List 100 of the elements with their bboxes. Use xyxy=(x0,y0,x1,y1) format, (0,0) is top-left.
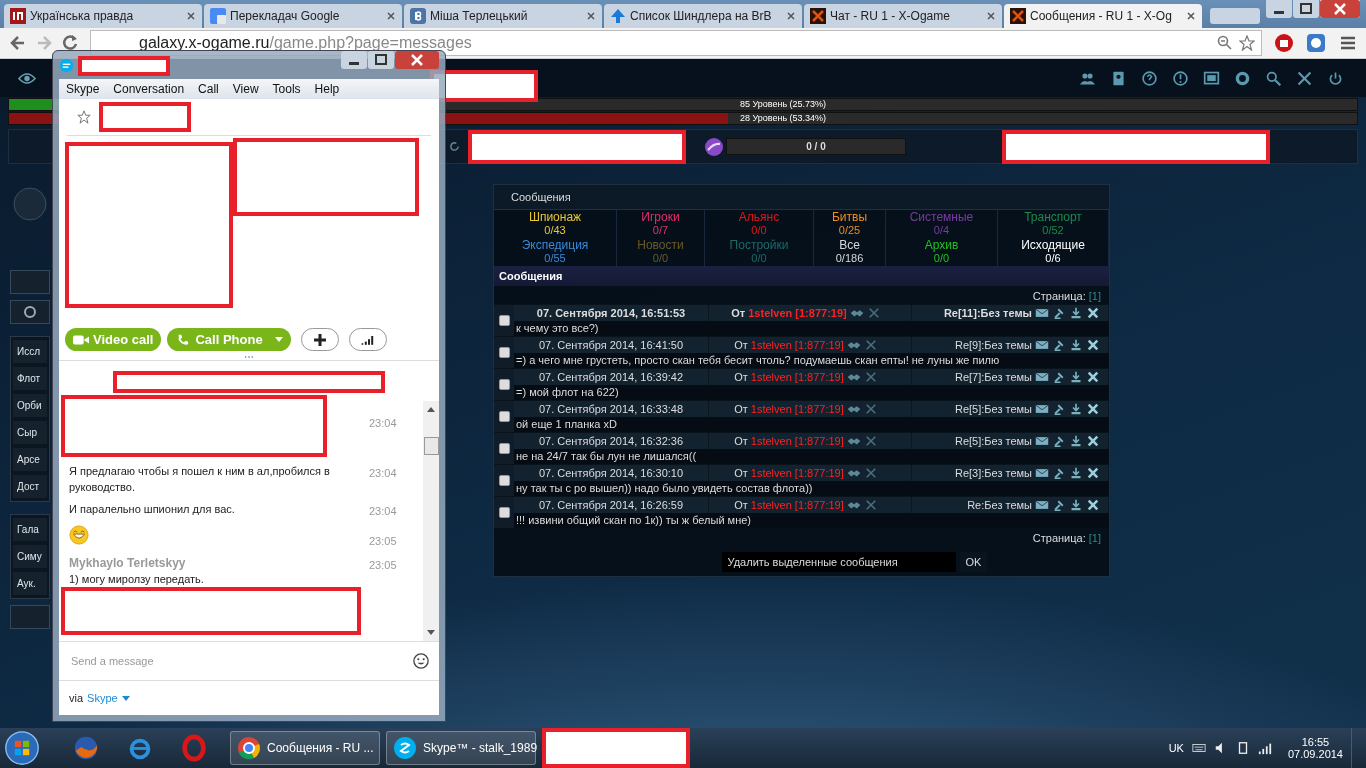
crossed-swords-icon[interactable] xyxy=(863,371,878,383)
message-subject[interactable]: Re[7]:Без темы xyxy=(954,371,1032,383)
envelope-icon[interactable] xyxy=(1035,499,1049,511)
star-icon[interactable] xyxy=(1239,35,1255,51)
checkbox[interactable] xyxy=(498,379,510,390)
minimize-icon[interactable] xyxy=(1266,0,1292,18)
gavel-icon[interactable] xyxy=(1052,435,1066,447)
sender-link[interactable]: 1stelven [1:877:19] xyxy=(750,435,844,447)
call-quality-button[interactable] xyxy=(348,328,387,351)
sidebar-item[interactable] xyxy=(10,300,50,324)
opera-icon[interactable] xyxy=(180,734,208,762)
close-icon[interactable] xyxy=(186,11,196,21)
sidebar-item[interactable]: Иссл xyxy=(13,340,47,363)
sender-link[interactable]: 1stelven [1:877:19] xyxy=(750,339,844,351)
add-button[interactable] xyxy=(300,328,339,351)
message-subject[interactable]: Re:Без темы xyxy=(967,499,1032,511)
download-icon[interactable] xyxy=(1069,339,1083,351)
handshake-icon[interactable] xyxy=(846,371,861,383)
category-link[interactable]: Экспедиция xyxy=(521,239,589,252)
maximize-icon[interactable] xyxy=(368,51,394,69)
ok-button[interactable]: OK xyxy=(959,552,988,572)
eye-icon[interactable] xyxy=(18,71,36,85)
download-icon[interactable] xyxy=(1069,499,1083,511)
scrollbar[interactable] xyxy=(423,401,439,641)
gavel-icon[interactable] xyxy=(1052,371,1066,383)
category-link[interactable]: Шпионаж xyxy=(528,211,582,224)
gavel-icon[interactable] xyxy=(1052,499,1066,511)
action-select[interactable]: Удалить выделенные сообщения xyxy=(721,552,956,572)
sidebar-item[interactable]: Орби xyxy=(13,394,47,417)
resize-handle-icon[interactable] xyxy=(244,355,254,359)
close-icon[interactable] xyxy=(786,11,796,21)
menu-item[interactable]: View xyxy=(232,82,259,96)
language-indicator[interactable]: UK xyxy=(1168,742,1184,754)
delete-icon[interactable] xyxy=(1086,307,1100,319)
close-icon[interactable] xyxy=(386,11,396,21)
download-icon[interactable] xyxy=(1069,467,1083,479)
taskbar-window-button[interactable]: Сообщения - RU ... xyxy=(230,731,380,765)
message-subject[interactable]: Re[3]:Без темы xyxy=(954,467,1032,479)
lifebuoy-icon[interactable] xyxy=(1234,69,1251,87)
crossed-swords-icon[interactable] xyxy=(863,467,878,479)
checkbox[interactable] xyxy=(498,507,510,518)
reload-icon[interactable] xyxy=(60,33,80,53)
message-subject[interactable]: Re[9]:Без темы xyxy=(954,339,1032,351)
message-subject[interactable]: Re[11]:Без темы xyxy=(943,307,1032,319)
sender-link[interactable]: 1stelven [1:877:19] xyxy=(750,371,844,383)
checkbox[interactable] xyxy=(498,475,510,486)
handshake-icon[interactable] xyxy=(846,339,861,351)
delete-icon[interactable] xyxy=(1086,339,1100,351)
checkbox[interactable] xyxy=(498,443,510,454)
menu-item[interactable]: Tools xyxy=(272,82,301,96)
crossed-swords-icon[interactable] xyxy=(863,499,878,511)
envelope-icon[interactable] xyxy=(1035,307,1049,319)
crossed-swords-icon[interactable] xyxy=(866,307,881,319)
sidebar-item[interactable]: Симу xyxy=(13,545,47,568)
handshake-icon[interactable] xyxy=(846,403,861,415)
handshake-icon[interactable] xyxy=(849,307,864,319)
star-icon[interactable] xyxy=(77,110,91,124)
browser-tab[interactable]: Чат - RU 1 - X-Ogame xyxy=(804,4,1002,28)
browser-tab[interactable]: Список Шиндлера на BrB xyxy=(604,4,802,28)
info-icon[interactable] xyxy=(1172,69,1189,87)
sender-link[interactable]: 1stelven [1:877:19] xyxy=(748,307,847,319)
browser-tab[interactable]: Сообщения - RU 1 - X-Og xyxy=(1004,4,1202,28)
sidebar-item[interactable]: Арсе xyxy=(13,448,47,471)
sidebar-item[interactable]: Сыр xyxy=(13,421,47,444)
browser-tab[interactable]: Українська правда xyxy=(4,4,202,28)
page-link[interactable]: [1] xyxy=(1088,290,1101,302)
service-link[interactable]: Skype xyxy=(87,692,130,704)
handshake-icon[interactable] xyxy=(846,499,861,511)
menu-item[interactable]: Help xyxy=(314,82,340,96)
close-icon[interactable] xyxy=(1186,11,1196,21)
gavel-icon[interactable] xyxy=(1052,307,1066,319)
taskbar-window-button[interactable]: Skype™ - stalk_1989 xyxy=(386,731,536,765)
sender-link[interactable]: 1stelven [1:877:19] xyxy=(750,499,844,511)
gavel-icon[interactable] xyxy=(1052,403,1066,415)
close-icon[interactable] xyxy=(395,51,439,69)
smiley-icon[interactable] xyxy=(413,653,429,669)
checkbox[interactable] xyxy=(498,411,510,422)
envelope-icon[interactable] xyxy=(1035,371,1049,383)
zoom-icon[interactable] xyxy=(1217,35,1233,51)
page-link[interactable]: [1] xyxy=(1088,532,1101,544)
delete-icon[interactable] xyxy=(1086,435,1100,447)
scroll-down-icon[interactable] xyxy=(427,630,435,635)
crossed-swords-icon[interactable] xyxy=(863,339,878,351)
menu-item[interactable]: Skype xyxy=(66,82,100,96)
delete-icon[interactable] xyxy=(1086,403,1100,415)
stop-icon[interactable] xyxy=(1274,33,1294,53)
browser-tab[interactable]: Перекладач Google xyxy=(204,4,402,28)
download-icon[interactable] xyxy=(1069,403,1083,415)
checkbox[interactable] xyxy=(498,347,510,358)
envelope-icon[interactable] xyxy=(1035,339,1049,351)
envelope-icon[interactable] xyxy=(1035,403,1049,415)
gavel-icon[interactable] xyxy=(1052,467,1066,479)
maximize-icon[interactable] xyxy=(1293,0,1319,18)
sidebar-item[interactable]: Флот xyxy=(13,367,47,390)
category-link[interactable]: Исходящие xyxy=(1021,239,1085,252)
checkbox[interactable] xyxy=(498,315,510,326)
crossed-swords-icon[interactable] xyxy=(863,403,878,415)
delete-icon[interactable] xyxy=(1086,467,1100,479)
sidebar-item[interactable]: Гала xyxy=(13,518,47,541)
category-link[interactable]: Битвы xyxy=(831,211,868,224)
